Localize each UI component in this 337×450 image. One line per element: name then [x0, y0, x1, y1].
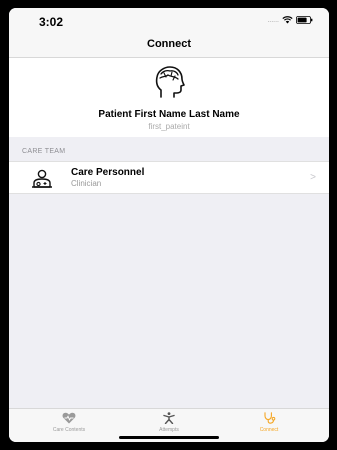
status-time: 3:02: [39, 15, 64, 29]
tab-label-attempts: Attempts: [159, 427, 179, 433]
battery-icon: [296, 16, 313, 24]
tab-care-contents[interactable]: Care Contents: [24, 412, 114, 433]
care-team-row-care-personnel[interactable]: Care Personnel Clinician >: [9, 161, 329, 194]
tab-bar: Care Contents Attempts Connect: [9, 408, 329, 442]
navigation-bar: Connect: [9, 34, 329, 58]
stethoscope-icon: [264, 412, 276, 424]
patient-name: Patient First Name Last Name: [98, 109, 240, 120]
head-brain-icon: [155, 66, 185, 98]
status-bar: 3:02 ......: [9, 8, 329, 34]
status-icons: ......: [267, 16, 313, 24]
heart-icon: [62, 412, 76, 424]
tab-attempts[interactable]: Attempts: [124, 412, 214, 433]
signal-icon: ......: [267, 16, 279, 24]
chevron-right-icon: >: [310, 172, 316, 183]
tab-label-connect: Connect: [259, 427, 279, 433]
person-activity-icon: [163, 412, 175, 424]
page-title: Connect: [147, 38, 191, 50]
patient-username: first_pateint: [148, 122, 190, 131]
app-screen: 3:02 ...... Connect Patient First Name L…: [9, 8, 329, 442]
tab-connect[interactable]: Connect: [224, 412, 314, 433]
care-personnel-role: Clinician: [71, 179, 102, 188]
tab-label-care-contents: Care Contents: [52, 427, 86, 433]
clinician-icon: [32, 169, 52, 188]
patient-profile-header: Patient First Name Last Name first_patei…: [9, 58, 329, 137]
care-personnel-title: Care Personnel: [71, 167, 145, 178]
wifi-icon: [282, 16, 293, 24]
home-indicator[interactable]: [119, 436, 219, 439]
care-team-section-header: CARE TEAM: [22, 148, 66, 155]
device-frame: 3:02 ...... Connect Patient First Name L…: [0, 0, 337, 450]
